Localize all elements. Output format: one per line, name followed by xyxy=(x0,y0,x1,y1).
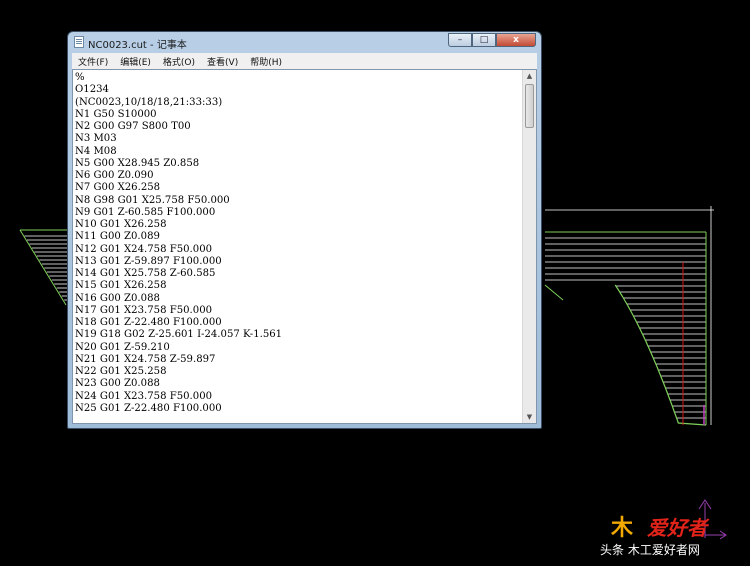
code-line: N7 G00 X26.258 xyxy=(75,182,161,194)
notepad-window[interactable]: NC0023.cut - 记事本 – □ x 文件(F) 编辑(E) 格式(O)… xyxy=(67,31,542,429)
code-line: % xyxy=(75,72,85,83)
code-line: N12 G01 X24.758 F50.000 xyxy=(75,243,213,255)
watermark-text: 头条 木工爱好者网 xyxy=(600,543,700,557)
minimize-button[interactable]: – xyxy=(448,33,472,47)
code-line: (NC0023,10/18/18,21:33:33) xyxy=(75,96,223,108)
code-line: N16 G00 Z0.088 xyxy=(75,292,160,304)
code-line: N14 G01 X25.758 Z-60.585 xyxy=(75,268,216,279)
vertical-scrollbar[interactable]: ▲ ▼ xyxy=(522,70,536,423)
code-line: N17 G01 X23.758 F50.000 xyxy=(75,304,213,316)
code-line: N4 M08 xyxy=(75,145,117,157)
menu-format[interactable]: 格式(O) xyxy=(157,55,201,68)
code-line: N13 G01 Z-59.897 F100.000 xyxy=(75,255,222,267)
left-workpiece-toolpath xyxy=(19,229,70,306)
code-line: N3 M03 xyxy=(75,133,117,145)
menu-edit[interactable]: 编辑(E) xyxy=(114,55,157,68)
code-line: N18 G01 Z-22.480 F100.000 xyxy=(75,317,222,328)
menu-help[interactable]: 帮助(H) xyxy=(244,55,288,68)
window-controls: – □ x xyxy=(448,33,536,47)
code-line: N15 G01 X26.258 xyxy=(75,280,167,292)
code-line: N24 G01 X23.758 F50.000 xyxy=(75,390,213,402)
code-line: N11 G00 Z0.089 xyxy=(75,231,160,243)
maximize-button[interactable]: □ xyxy=(472,33,496,47)
code-line: N10 G01 X26.258 xyxy=(75,219,167,230)
logo-glyph: 木 xyxy=(611,516,634,541)
scroll-thumb[interactable] xyxy=(525,84,534,128)
close-button[interactable]: x xyxy=(496,33,536,47)
code-line: N1 G50 S10000 xyxy=(75,108,157,120)
code-line: N2 G00 G97 S800 T00 xyxy=(75,121,191,132)
menu-bar: 文件(F) 编辑(E) 格式(O) 查看(V) 帮助(H) xyxy=(72,53,537,69)
code-line: N21 G01 X24.758 Z-59.897 xyxy=(75,353,216,365)
profile-line xyxy=(19,229,67,306)
code-line: N20 G01 Z-59.210 xyxy=(75,341,170,353)
code-line: N6 G00 Z0.090 xyxy=(75,170,154,181)
menu-file[interactable]: 文件(F) xyxy=(72,55,114,68)
code-line: N5 G00 X28.945 Z0.858 xyxy=(75,157,200,169)
scroll-down-icon[interactable]: ▼ xyxy=(523,411,536,423)
scroll-up-icon[interactable]: ▲ xyxy=(523,70,536,82)
profile-arc xyxy=(614,284,707,426)
code-line: N25 G01 Z-22.480 F100.000 xyxy=(75,402,222,414)
code-line: N23 G00 Z0.088 xyxy=(75,378,160,390)
nc-code-text[interactable]: % O1234 (NC0023,10/18/18,21:33:33) N1 G50 S… xyxy=(75,72,522,423)
code-line: O1234 xyxy=(75,84,109,96)
code-line: N19 G18 G02 Z-25.601 I-24.057 K-1.561 xyxy=(75,329,283,341)
code-line: N22 G01 X25.258 xyxy=(75,366,167,377)
window-title: NC0023.cut - 记事本 xyxy=(88,40,187,51)
logo-text: 爱好者 xyxy=(647,516,707,540)
notepad-icon xyxy=(74,36,84,48)
text-editor[interactable]: % O1234 (NC0023,10/18/18,21:33:33) N1 G50 S… xyxy=(72,69,537,424)
code-line: N8 G98 G01 X25.758 F50.000 xyxy=(75,194,230,206)
title-bar[interactable]: NC0023.cut - 记事本 – □ x xyxy=(68,32,541,52)
menu-view[interactable]: 查看(V) xyxy=(201,55,244,68)
code-line: N9 G01 Z-60.585 F100.000 xyxy=(75,206,216,218)
right-workpiece-toolpath xyxy=(544,206,714,426)
logo: 木 爱好者 xyxy=(611,510,736,541)
profile-line xyxy=(544,284,564,301)
